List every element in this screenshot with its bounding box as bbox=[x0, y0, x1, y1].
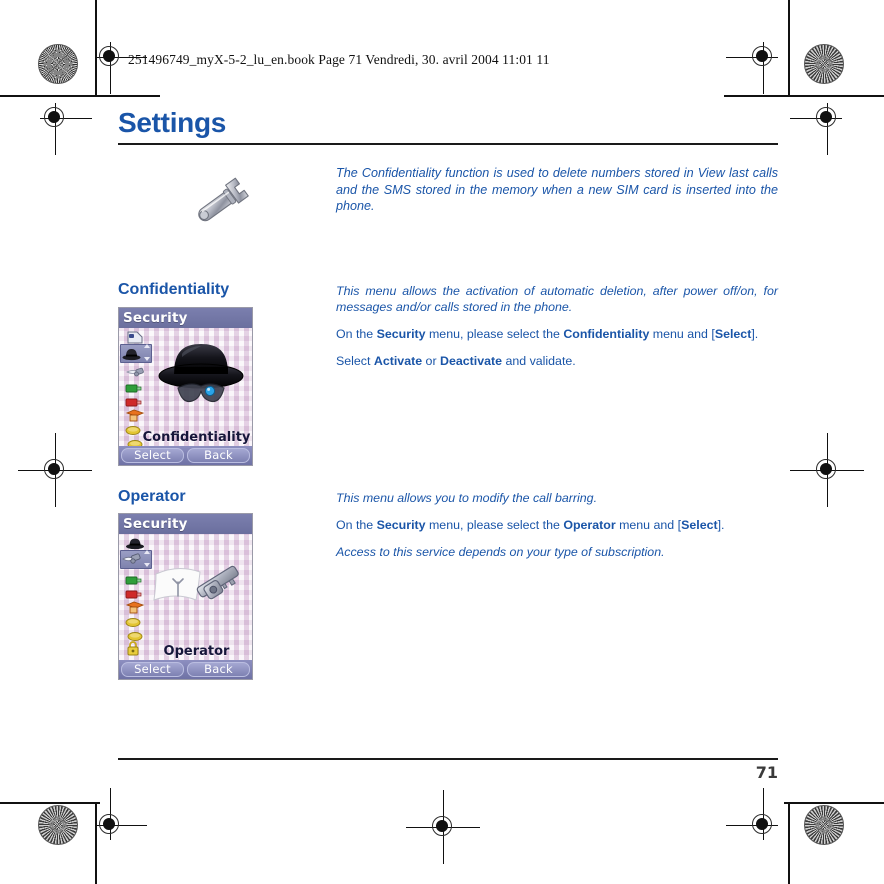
scroll-down-arrow-icon[interactable] bbox=[144, 563, 150, 568]
print-header-file-line: 251496749_myX-5-2_lu_en.book Page 71 Ven… bbox=[128, 52, 550, 67]
intro-paragraph: The Confidentiality function is used to … bbox=[336, 165, 778, 214]
phone-icon-column-confidentiality bbox=[120, 329, 152, 446]
scroll-up-arrow-icon[interactable] bbox=[144, 343, 150, 348]
red-battery-icon bbox=[125, 393, 147, 407]
phone-screenshot-operator: Security Operator Select Back bbox=[118, 513, 253, 681]
phone-title-bar-confidentiality: Security bbox=[119, 307, 252, 328]
black-hat-sunglasses-art bbox=[158, 343, 244, 402]
trim-line-left-vertical-bottom bbox=[95, 802, 97, 884]
phone-screen-confidentiality: Confidentiality bbox=[119, 327, 252, 446]
yellow-oval-icon-2 bbox=[125, 627, 147, 642]
intro-icon-column bbox=[118, 163, 336, 237]
title-divider bbox=[118, 143, 778, 145]
trim-line-left-vertical bbox=[95, 0, 97, 95]
key-banner-icon bbox=[122, 553, 141, 564]
trim-line-bottom-right bbox=[784, 802, 884, 804]
key-banner-icon bbox=[125, 365, 147, 378]
section-operator: Operator Security Operator Select Back T… bbox=[118, 488, 778, 681]
trim-line-bottom-left bbox=[0, 802, 100, 804]
registration-rosette-top-right bbox=[804, 44, 844, 84]
page-number: 71 bbox=[755, 763, 778, 782]
registration-rosette-bottom-right bbox=[804, 805, 844, 845]
phone-softkeys-confidentiality: Select Back bbox=[119, 445, 252, 465]
registration-rosette-bottom-left bbox=[38, 805, 78, 845]
section-confidentiality: Confidentiality Security Confidentiality… bbox=[118, 281, 778, 466]
yellow-oval-icon-1 bbox=[125, 613, 147, 628]
confidentiality-paragraph-1: This menu allows the activation of autom… bbox=[336, 283, 778, 315]
phone-title-bar-operator: Security bbox=[119, 514, 252, 535]
trim-line-top-right bbox=[724, 95, 884, 97]
registration-crosshair-bottom-center bbox=[406, 790, 480, 864]
phone-label-confidentiality: Confidentiality bbox=[142, 429, 251, 445]
phone-icon-column-operator bbox=[120, 535, 152, 656]
phone-scroll-arrows[interactable] bbox=[143, 343, 151, 361]
wrench-icon-wrapper bbox=[118, 163, 336, 237]
operator-left-column: Operator Security Operator Select Back bbox=[118, 488, 336, 681]
sim-card-icon bbox=[125, 329, 147, 344]
softkey-select-operator[interactable]: Select bbox=[121, 662, 184, 678]
operator-text-column: This menu allows you to modify the call … bbox=[336, 488, 778, 560]
trim-line-right-vertical bbox=[788, 0, 790, 95]
red-battery-icon bbox=[125, 585, 147, 599]
green-battery-icon bbox=[125, 571, 147, 585]
phone-icon-hat-selected bbox=[120, 343, 152, 363]
footer-divider bbox=[118, 758, 778, 760]
operator-paragraph-2: On the Security menu, please select the … bbox=[336, 517, 725, 532]
phone-screenshot-confidentiality: Security Confidentiality Select Back bbox=[118, 306, 253, 466]
registration-crosshair-top-right-inner bbox=[726, 42, 778, 94]
scroll-down-arrow-icon[interactable] bbox=[144, 356, 150, 361]
registration-crosshair-middle-left bbox=[18, 433, 92, 507]
wrench-icon bbox=[198, 177, 249, 222]
intro-row: The Confidentiality function is used to … bbox=[118, 163, 778, 237]
registration-crosshair-upper-right bbox=[790, 103, 842, 155]
phone-softkeys-operator: Select Back bbox=[119, 660, 252, 680]
trim-line-top-left bbox=[0, 95, 160, 97]
section-heading-operator: Operator bbox=[118, 487, 186, 505]
confidentiality-paragraph-2: On the Security menu, please select the … bbox=[336, 327, 759, 342]
operator-paragraph-1: This menu allows you to modify the call … bbox=[336, 490, 598, 505]
softkey-back-operator[interactable]: Back bbox=[187, 662, 250, 678]
trim-line-right-vertical-bottom bbox=[788, 802, 790, 884]
registration-rosette-top-left bbox=[38, 44, 78, 84]
orange-book-icon bbox=[125, 407, 147, 422]
confidentiality-paragraph-3: Select Activate or Deactivate and valida… bbox=[336, 354, 576, 369]
green-battery-icon bbox=[125, 379, 147, 393]
orange-book-icon bbox=[125, 599, 147, 614]
registration-crosshair-upper-left bbox=[40, 103, 92, 155]
hat-icon bbox=[122, 348, 141, 360]
registration-crosshair-top-left-inner bbox=[95, 42, 147, 94]
operator-paragraph-3: Access to this service depends on your t… bbox=[336, 544, 665, 559]
confidentiality-text-column: This menu allows the activation of autom… bbox=[336, 281, 778, 370]
registration-crosshair-bottom-right-inner bbox=[726, 788, 778, 840]
scroll-up-arrow-icon[interactable] bbox=[144, 550, 150, 555]
registration-crosshair-bottom-left-inner bbox=[95, 788, 147, 840]
hat-icon bbox=[125, 535, 147, 550]
registration-crosshair-middle-right bbox=[790, 433, 864, 507]
phone-scroll-arrows-operator[interactable] bbox=[143, 550, 151, 568]
phone-label-operator: Operator bbox=[163, 644, 230, 660]
document-body: Settings The Confidentiality function is… bbox=[118, 107, 778, 681]
phone-icon-key-selected bbox=[120, 550, 152, 570]
section-heading-confidentiality: Confidentiality bbox=[118, 280, 230, 298]
key-with-banner-art bbox=[153, 565, 239, 601]
page-title: Settings bbox=[118, 107, 227, 138]
softkey-select-confidentiality[interactable]: Select bbox=[121, 447, 184, 463]
intro-text-column: The Confidentiality function is used to … bbox=[336, 163, 778, 215]
softkey-back-confidentiality[interactable]: Back bbox=[187, 447, 250, 463]
confidentiality-left-column: Confidentiality Security Confidentiality… bbox=[118, 281, 336, 466]
phone-screen-operator: Operator bbox=[119, 534, 252, 661]
